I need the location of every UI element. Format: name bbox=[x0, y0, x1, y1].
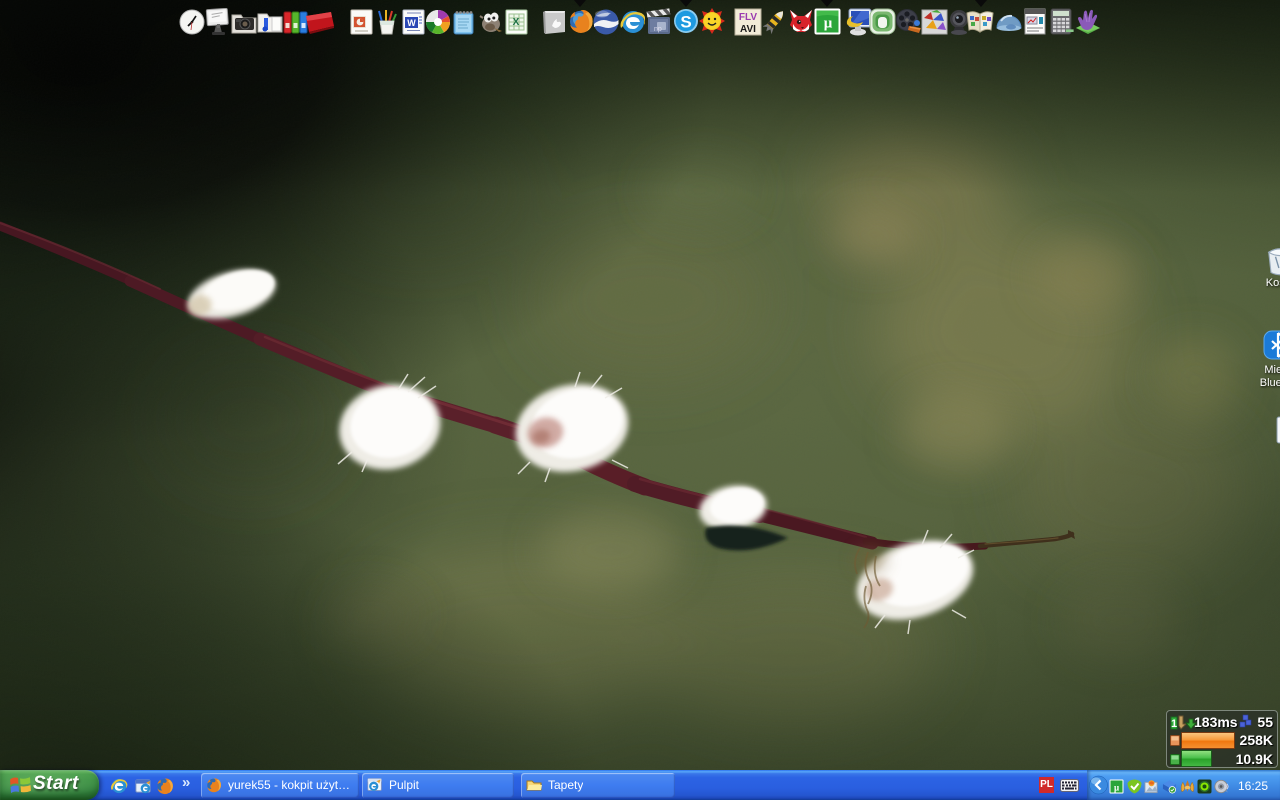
svg-text:FLV: FLV bbox=[739, 12, 757, 23]
svg-text:μ: μ bbox=[824, 16, 833, 32]
svg-text:S: S bbox=[680, 13, 691, 32]
svg-text:1: 1 bbox=[1171, 718, 1177, 730]
svg-text:X: X bbox=[513, 17, 520, 28]
svg-text:np: np bbox=[654, 26, 662, 33]
svg-text:W: W bbox=[407, 18, 416, 28]
svg-text:AVI: AVI bbox=[740, 24, 756, 35]
svg-text:μ: μ bbox=[1114, 783, 1119, 793]
